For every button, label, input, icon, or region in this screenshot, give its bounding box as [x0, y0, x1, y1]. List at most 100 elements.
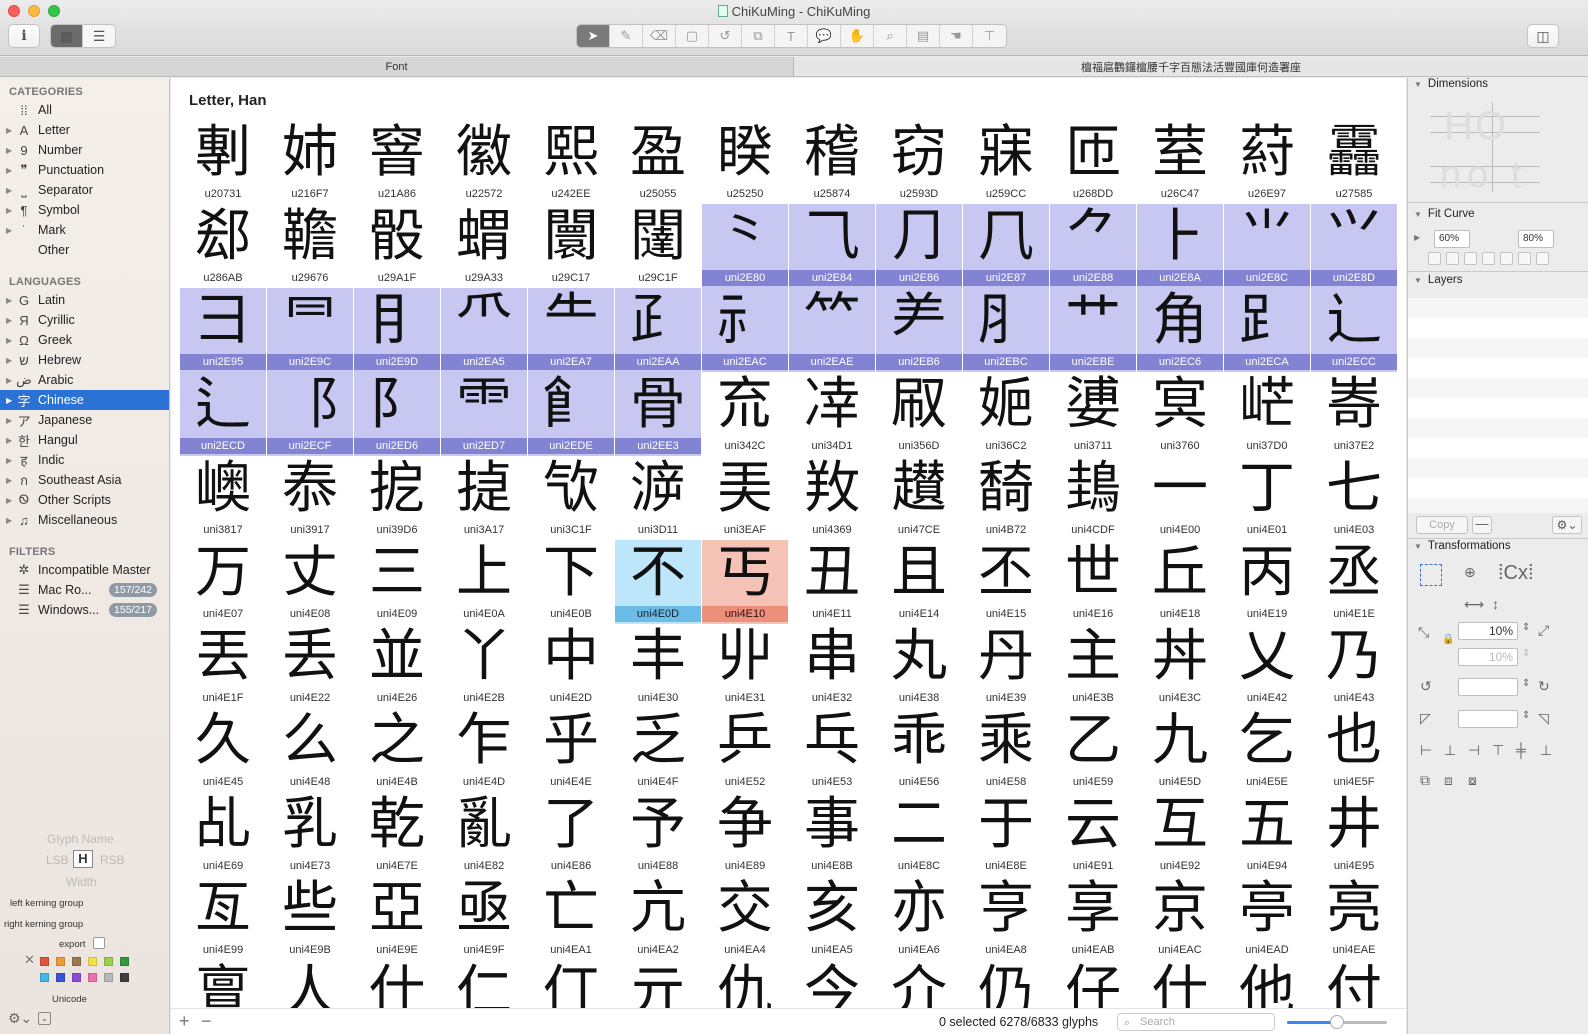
glyph-cell[interactable]: 㰟 uni3C1F [528, 456, 614, 540]
glyph-cell[interactable]: 睽 u25250 [702, 120, 788, 204]
glyph-cell[interactable]: 云 uni4E91 [1050, 792, 1136, 876]
slant-stepper[interactable]: ⇕ [1522, 710, 1530, 721]
sidebar-item-letter[interactable]: ▶ A Letter [0, 120, 169, 140]
glyph-cell[interactable]: 匝 u268DD [1050, 120, 1136, 204]
glyph-cell[interactable]: ⺶ uni2EB6 [876, 288, 962, 372]
layers-header[interactable]: ▼ Layers [1414, 274, 1462, 286]
glyph-cell[interactable]: ⻗ uni2ED7 [441, 372, 527, 456]
sidebar-toggle-button[interactable]: ◫ [1527, 24, 1559, 48]
fit-curve-expand-icon[interactable]: ▶ [1414, 233, 1420, 242]
glyph-cell[interactable]: 丟 uni4E1F [180, 624, 266, 708]
tool-select-icon[interactable]: ➤ [577, 25, 610, 47]
disclosure-arrow-icon[interactable]: ▶ [6, 516, 16, 525]
glyph-cell[interactable]: 闤 u29C17 [528, 204, 614, 288]
disclosure-arrow-icon[interactable]: ▶ [6, 376, 16, 385]
glyph-cell[interactable]: ⻊ uni2ECA [1224, 288, 1310, 372]
add-glyph-button[interactable]: + [179, 1011, 190, 1032]
glyph-cell[interactable]: 三 uni4E09 [354, 540, 440, 624]
align-top-icon[interactable]: ⊤ [1492, 742, 1504, 759]
glyph-cell[interactable]: 享 uni4EAB [1050, 876, 1136, 960]
glyph-cell[interactable]: 㝠 uni3760 [1137, 372, 1223, 456]
glyph-cell[interactable]: 不 uni4E0D [615, 540, 701, 624]
dimensions-header[interactable]: ▼ Dimensions [1414, 78, 1488, 90]
metrics-link-icon[interactable]: H [73, 850, 93, 868]
disclosure-arrow-icon[interactable]: ▶ [6, 416, 16, 425]
glyph-cell[interactable]: 丱 uni4E31 [702, 624, 788, 708]
glyph-cell[interactable]: 久 uni4E45 [180, 708, 266, 792]
width-field[interactable]: Width [66, 875, 97, 889]
glyph-cell[interactable]: ⺮ uni2EAE [789, 288, 875, 372]
glyph-name-field[interactable]: Glyph Name [47, 832, 114, 846]
glyph-cell[interactable]: 姉 u216F7 [267, 120, 353, 204]
mirror-horizontal-icon[interactable]: ⟷ [1464, 596, 1484, 613]
transformations-header[interactable]: ▼ Transformations [1414, 540, 1511, 552]
glyph-cell[interactable]: 丞 uni4E1E [1311, 540, 1397, 624]
color-swatch[interactable] [120, 957, 129, 966]
scale-y-field[interactable]: 10% [1458, 648, 1518, 666]
sidebar-item-greek[interactable]: ▶ Ω Greek [0, 330, 169, 350]
export-checkbox[interactable] [93, 937, 105, 949]
glyph-cell[interactable]: 骰 u29A1F [354, 204, 440, 288]
glyph-cell[interactable]: 乓 uni4E53 [789, 708, 875, 792]
glyph-cell[interactable]: 䍩 uni4369 [789, 456, 875, 540]
left-kerning-group-field[interactable]: left kerning group [10, 898, 83, 909]
glyph-cell[interactable]: 亥 uni4EA5 [789, 876, 875, 960]
glyph-cell[interactable]: 靐 u27585 [1311, 120, 1397, 204]
glyph-cell[interactable]: 乩 uni4E69 [180, 792, 266, 876]
tool-measure-icon[interactable]: ▤ [907, 25, 940, 47]
glyph-cell[interactable]: 一 uni4E00 [1137, 456, 1223, 540]
disclosure-arrow-icon[interactable]: ▶ [6, 126, 16, 135]
rotate-stepper[interactable]: ⇕ [1522, 678, 1530, 689]
metrics-origin-icon[interactable]: ⁞Cx⁞ [1498, 562, 1534, 585]
disclosure-arrow-icon[interactable]: ▶ [6, 476, 16, 485]
glyph-cell[interactable]: 亭 uni4EAD [1224, 876, 1310, 960]
fit-curve-step-button[interactable] [1482, 252, 1495, 265]
fit-curve-step-button[interactable] [1428, 252, 1441, 265]
glyph-cell[interactable]: 互 uni4E92 [1137, 792, 1223, 876]
glyph-cell[interactable]: 㐬 uni342C [702, 372, 788, 456]
layer-gear-button[interactable]: ⚙⌄ [1552, 516, 1582, 534]
glyph-cell[interactable]: ⺝ uni2E9D [354, 288, 440, 372]
glyph-cell[interactable]: 亟 uni4E9F [441, 876, 527, 960]
align-left-icon[interactable]: ⊢ [1420, 742, 1432, 759]
glyph-cell[interactable]: 窨 u21A86 [354, 120, 440, 204]
glyph-cell[interactable]: ⻌ uni2ECC [1311, 288, 1397, 372]
glyph-cell[interactable]: 乞 uni4E5E [1224, 708, 1310, 792]
sidebar-item-miscellaneous[interactable]: ▶ ♫ Miscellaneous [0, 510, 169, 530]
tool-anchor-icon[interactable]: ⊤ [973, 25, 1006, 47]
tool-annotation-icon[interactable]: 💬 [808, 25, 841, 47]
glyph-cell[interactable]: 中 uni4E2D [528, 624, 614, 708]
glyph-cell[interactable]: 蝟 u29A33 [441, 204, 527, 288]
sidebar-item-cyrillic[interactable]: ▶ Я Cyrillic [0, 310, 169, 330]
rotate-cw-icon[interactable]: ↻ [1538, 678, 1550, 695]
glyph-cell[interactable]: 丙 uni4E19 [1224, 540, 1310, 624]
glyph-cell[interactable]: 乘 uni4E58 [963, 708, 1049, 792]
color-swatch[interactable] [72, 973, 81, 982]
tool-pointer-icon[interactable]: ☚ [940, 25, 973, 47]
glyph-cell[interactable]: 㠗 uni3817 [180, 456, 266, 540]
fit-curve-min-field[interactable]: 60% [1434, 230, 1470, 248]
bounding-box-origin-icon[interactable] [1420, 564, 1442, 586]
glyph-cell[interactable]: ⺧ uni2EA7 [528, 288, 614, 372]
glyph-cell[interactable]: ⺊ uni2E8A [1137, 204, 1223, 288]
glyph-cell[interactable]: 熙 u242EE [528, 120, 614, 204]
glyph-cell[interactable]: 荎 u26C47 [1137, 120, 1223, 204]
sidebar-item-punctuation[interactable]: ▶ ❞ Punctuation [0, 160, 169, 180]
glyph-cell[interactable]: ⺥ uni2EA5 [441, 288, 527, 372]
glyph-cell[interactable]: 丫 uni4E2B [441, 624, 527, 708]
tool-rotate-icon[interactable]: ↺ [709, 25, 742, 47]
align-center-h-icon[interactable]: ⊥ [1444, 742, 1456, 759]
color-swatch[interactable] [120, 973, 129, 982]
tool-draw-icon[interactable]: ✎ [610, 25, 643, 47]
glyph-cell[interactable]: 七 uni4E03 [1311, 456, 1397, 540]
slant-field[interactable] [1458, 710, 1518, 728]
glyph-cell[interactable]: 丼 uni4E3C [1137, 624, 1223, 708]
glyph-cell[interactable]: 㴑 uni3D11 [615, 456, 701, 540]
align-right-icon[interactable]: ⊣ [1468, 742, 1480, 759]
glyph-cell[interactable]: 下 uni4E0B [528, 540, 614, 624]
glyph-cell[interactable]: ⺕ uni2E95 [180, 288, 266, 372]
scale-y-stepper[interactable]: ⇕ [1522, 648, 1530, 659]
color-swatch[interactable] [88, 973, 97, 982]
glyph-cell[interactable]: 乖 uni4E56 [876, 708, 962, 792]
info-button[interactable]: i [8, 24, 40, 48]
